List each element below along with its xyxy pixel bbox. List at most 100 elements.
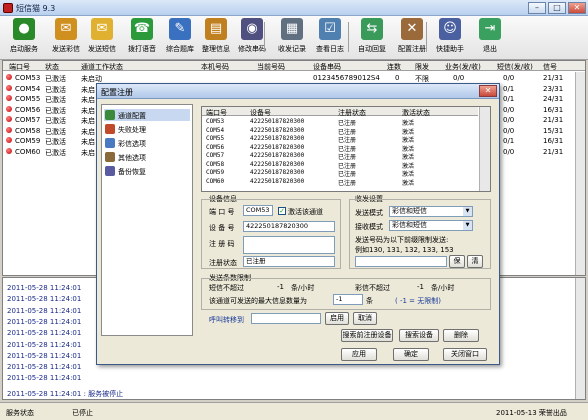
reg-code-field[interactable] [243,236,335,254]
maximize-button[interactable]: □ [548,2,566,14]
reg-status-field[interactable]: 已注册 [243,256,335,267]
toolbar-label: 整理信息 [202,45,230,53]
table-row[interactable]: COM53 已激活 未启动 0123456789012S4 0 不限 0/0 0/0 21/31 [3,73,575,83]
nav-item-0[interactable]: 通道配置 [104,109,190,121]
recv-mode-select[interactable]: 彩信和短信 ▼ [389,220,473,231]
grid-header-cell[interactable]: 短信(发/收) [497,62,533,72]
toolbar-button-1[interactable]: ✉ 发送彩信 [46,18,86,58]
recv-mode-value: 彩信和短信 [392,221,427,229]
mms-limit-value[interactable]: -1 [417,283,424,291]
nav-item-1[interactable]: 失败处理 [104,123,190,135]
search-device-button[interactable]: 搜索设备 [399,329,439,342]
channel-register-table[interactable]: 端口号 设备号 注册状态 激活状态 COM53 422250187820300 已注册 激活… [201,106,491,192]
log-scrollbar[interactable] [575,278,585,399]
mms-limit-unit: 条/小时 [431,284,455,292]
grid-header-cell[interactable]: 设备串码 [313,62,341,72]
delete-button[interactable]: 删除 [443,329,479,342]
port-field[interactable]: COM53 [243,205,273,216]
channel-row[interactable]: COM53 422250187820300 已注册 激活 [202,118,478,127]
grid-cell-port: COM57 [15,116,41,124]
prefix-field[interactable] [355,256,447,267]
log-line: 2011-05-28 11:24:01 [7,284,82,292]
toolbar-button-11[interactable]: ☺ 快捷助手 [430,18,470,58]
call-transfer-field[interactable] [251,313,321,324]
apply-button[interactable]: 应用 [341,348,377,361]
grid-header-cell[interactable]: 通道工作状态 [81,62,123,72]
channel-table-scrollbar[interactable] [479,107,490,191]
toolbar-button-12[interactable]: ⇥ 退出 [470,18,510,58]
toolbar-button-3[interactable]: ☎ 拨打语音 [122,18,162,58]
nav-item-2[interactable]: 彩信选项 [104,137,190,149]
grid-cell-sms: 0/0 [503,126,515,135]
transfer-cancel-button[interactable]: 取消 [353,312,377,325]
grid-header-cell[interactable]: 业务(发/收) [445,62,481,72]
grid-cell-work: 未启 [81,96,95,104]
grid-header-cell[interactable]: 限发 [415,62,429,72]
status-dot-icon [6,116,12,122]
grid-header-cell[interactable]: 端口号 [9,62,30,72]
window-title: 短信猫 9.3 [16,4,56,13]
channel-header-cell[interactable]: 注册状态 [338,108,366,118]
channel-header-cell[interactable]: 端口号 [206,108,227,118]
grid-cell-sms: 0/0 [503,74,515,82]
channel-header-cell[interactable]: 激活状态 [402,108,430,118]
toolbar-separator [264,22,265,52]
channel-cell-act: 激活 [402,179,415,187]
folder-icon: ▤ [205,18,227,40]
dialog-title-bar: 配置注册 ✕ [97,84,499,99]
activate-checkbox[interactable]: ✓ [278,207,286,215]
grid-cell-work: 未启 [81,117,95,125]
grid-scrollbar[interactable] [575,72,585,275]
grid-cell-port: COM60 [15,147,41,156]
toolbar-button-2[interactable]: ✉ 发送短信 [82,18,122,58]
sms-icon: ✉ [91,18,113,40]
channel-row[interactable]: COM59 422250187820300 已注册 激活 [202,169,478,178]
search-registered-button[interactable]: 搜索前注册设备 [341,329,393,342]
log-line: 2011-05-28 11:24:01 [7,374,82,383]
disk-icon: ◉ [241,18,263,40]
max-send-field[interactable]: -1 [333,294,363,305]
grid-header-cell[interactable]: 信号 [543,62,557,72]
nav-item-4[interactable]: 备份恢复 [104,165,190,177]
grid-header-cell[interactable]: 状态 [45,62,59,72]
close-window-button[interactable]: 关闭窗口 [443,348,487,361]
grid-header-cell[interactable]: 当前号码 [257,62,285,72]
toolbar-button-6[interactable]: ◉ 修改串码 [232,18,272,58]
transfer-enable-button[interactable]: 启用 [325,312,349,325]
save-prefix-button[interactable]: 保 [449,255,465,268]
toolbar-button-7[interactable]: ▦ 收发记录 [272,18,312,58]
channel-header-cell[interactable]: 设备号 [250,108,271,118]
sms-limit-value[interactable]: -1 [277,283,284,291]
toolbar-label: 发送短信 [88,45,116,53]
toolbar-button-9[interactable]: ⇆ 自动回复 [352,18,392,58]
dialog-close-button[interactable]: ✕ [479,85,497,97]
toolbar-button-4[interactable]: ✎ 综合题库 [160,18,200,58]
channel-cell-dev: 422250187820300 [250,126,305,134]
send-mode-select[interactable]: 彩信和短信 ▼ [389,206,473,217]
channel-row[interactable]: COM55 422250187820300 已注册 激活 [202,135,478,144]
minimize-button[interactable]: – [528,2,546,14]
channel-cell-port: COM55 [206,135,225,142]
grid-cell-status: 已激活 [45,96,66,104]
exit-icon: ⇥ [479,18,501,40]
status-label: 服务状态 [6,409,34,417]
nav-item-3[interactable]: 其他选项 [104,151,190,163]
channel-row[interactable]: COM56 422250187820300 已注册 激活 [202,144,478,153]
grid-header-cell[interactable]: 连数 [387,62,401,72]
channel-row[interactable]: COM60 422250187820300 已注册 激活 [202,178,478,187]
grid-cell-conn: 0 [395,74,400,82]
toolbar-button-0[interactable]: ● 启动服务 [4,18,44,58]
channel-row[interactable]: COM54 422250187820300 已注册 激活 [202,126,478,136]
grid-header-cell[interactable]: 本机号码 [201,62,229,72]
channel-row[interactable]: COM57 422250187820300 已注册 激活 [202,152,478,161]
toolbar-button-8[interactable]: ☑ 查看日志 [310,18,350,58]
other-option-icon [105,152,115,162]
toolbar-button-5[interactable]: ▤ 整理信息 [196,18,236,58]
close-button[interactable]: ✕ [568,2,586,14]
channel-row[interactable]: COM58 422250187820300 已注册 激活 [202,161,478,170]
nav-item-label: 备份恢复 [118,168,146,176]
device-field[interactable]: 422250187820300 [243,221,335,232]
clear-prefix-button[interactable]: 清 [467,255,483,268]
ok-button[interactable]: 确定 [393,348,429,361]
grid-cell-port: COM54 [15,84,41,93]
